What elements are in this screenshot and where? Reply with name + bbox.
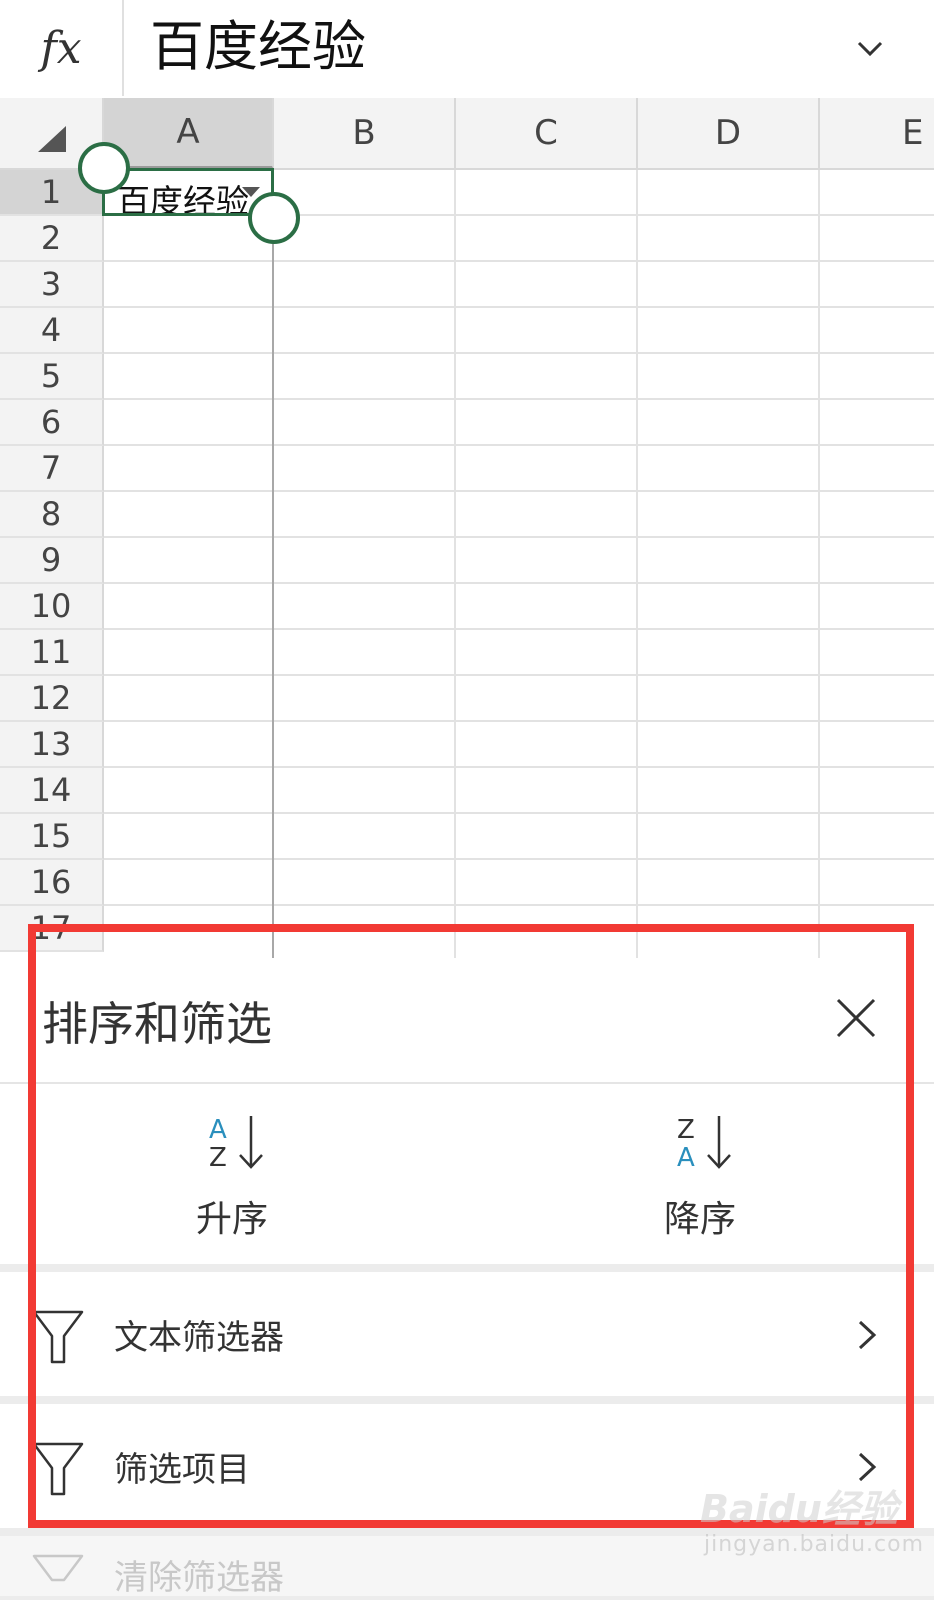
sort-ascending-button[interactable]: A Z 升序 [52, 1084, 412, 1264]
row-header-15[interactable]: 15 [0, 814, 104, 860]
row-header-14[interactable]: 14 [0, 768, 104, 814]
gridline [104, 720, 934, 722]
row-header-10[interactable]: 10 [0, 584, 104, 630]
formula-input[interactable]: 百度经验 [150, 12, 366, 82]
row-header-7[interactable]: 7 [0, 446, 104, 492]
column-header-e[interactable]: E [820, 98, 934, 170]
chevron-down-icon[interactable] [850, 28, 890, 68]
gridline [104, 582, 934, 584]
insert-function-button[interactable]: fx [0, 0, 124, 96]
gridline [104, 352, 934, 354]
column-header-b[interactable]: B [274, 98, 456, 170]
gridline [104, 904, 934, 906]
gridline [104, 858, 934, 860]
sort-descending-button[interactable]: Z A 降序 [520, 1084, 880, 1264]
row-header-11[interactable]: 11 [0, 630, 104, 676]
gridline [104, 536, 934, 538]
gridline [104, 398, 934, 400]
gridline [104, 674, 934, 676]
panel-header: 排序和筛选 [0, 958, 934, 1084]
formula-bar: fx 百度经验 [0, 0, 934, 100]
gridline [104, 306, 934, 308]
svg-text:A: A [677, 1143, 695, 1172]
row-header-8[interactable]: 8 [0, 492, 104, 538]
close-icon[interactable] [826, 988, 886, 1048]
chevron-right-icon [858, 1320, 877, 1350]
column-header-a[interactable]: A [104, 98, 274, 170]
row-header-9[interactable]: 9 [0, 538, 104, 584]
text-filter-item[interactable]: 文本筛选器 [0, 1272, 934, 1396]
selection-handle-bottom-right[interactable] [248, 192, 300, 244]
fx-icon: fx [40, 22, 82, 74]
gridline [104, 444, 934, 446]
svg-text:A: A [209, 1115, 227, 1145]
row-header-17[interactable]: 17 [0, 906, 104, 952]
column-header-d[interactable]: D [638, 98, 820, 170]
funnel-icon [32, 1554, 84, 1582]
sort-descending-icon: Z A [677, 1115, 731, 1172]
gridline [104, 812, 934, 814]
row-header-2[interactable]: 2 [0, 216, 104, 262]
cell-a1-text: 百度经验 [117, 182, 249, 216]
text-filter-label: 文本筛选器 [114, 1318, 284, 1358]
spreadsheet-grid: A B C D E 1 2 3 4 5 6 7 8 9 10 11 12 13 … [0, 98, 934, 958]
panel-title: 排序和筛选 [42, 997, 272, 1051]
row-header-16[interactable]: 16 [0, 860, 104, 906]
filter-dropdown-icon[interactable] [242, 187, 260, 197]
gridline [636, 170, 638, 958]
row-header-13[interactable]: 13 [0, 722, 104, 768]
clear-filter-label: 清除筛选器 [114, 1558, 284, 1598]
row-header-5[interactable]: 5 [0, 354, 104, 400]
baidu-watermark: Baidu经验 jingyan.baidu.com [700, 1470, 923, 1570]
filter-items-label: 筛选项目 [114, 1450, 250, 1490]
watermark-text: Baidu经验 [700, 1487, 898, 1531]
watermark-url: jingyan.baidu.com [704, 1532, 925, 1557]
gridline [818, 170, 820, 958]
gridline [104, 628, 934, 630]
svg-text:Z: Z [209, 1143, 227, 1172]
gridline [454, 170, 456, 958]
row-header-12[interactable]: 12 [0, 676, 104, 722]
gridline [104, 260, 934, 262]
row-header-6[interactable]: 6 [0, 400, 104, 446]
row-header-3[interactable]: 3 [0, 262, 104, 308]
gridline [104, 766, 934, 768]
sort-descending-label: 降序 [663, 1199, 736, 1240]
gridline [272, 170, 274, 958]
funnel-icon [32, 1442, 84, 1496]
row-header-4[interactable]: 4 [0, 308, 104, 354]
column-header-c[interactable]: C [456, 98, 638, 170]
funnel-icon [32, 1310, 84, 1364]
select-all-triangle-icon [38, 126, 66, 152]
sort-options: A Z 升序 Z A 降序 [0, 1084, 934, 1264]
sort-ascending-icon: A Z [209, 1115, 263, 1172]
gridline [104, 490, 934, 492]
selection-handle-top-left[interactable] [78, 142, 130, 194]
sort-ascending-label: 升序 [195, 1199, 268, 1240]
svg-text:Z: Z [677, 1115, 695, 1145]
